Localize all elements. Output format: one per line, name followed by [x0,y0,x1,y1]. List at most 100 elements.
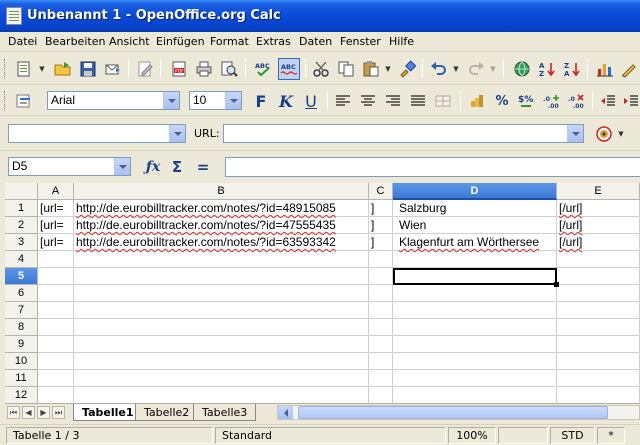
email-document-icon[interactable] [103,59,123,79]
name-box[interactable]: D5 [8,157,131,176]
target-frame-dropdown-arrow[interactable]: ▼ [617,124,625,144]
export-pdf-icon[interactable]: PDF [169,59,189,79]
justify-icon[interactable] [408,91,428,111]
formula-input[interactable] [225,157,640,177]
row-header-12[interactable]: 12 [5,387,38,403]
previous-sheet-button[interactable]: ◀ [22,406,35,419]
spellcheck-icon[interactable]: ABC [253,59,273,79]
horizontal-scroll-thumb[interactable] [298,406,608,419]
row-header-7[interactable]: 7 [5,302,38,319]
cut-icon[interactable] [311,59,331,79]
edit-file-icon[interactable] [135,59,155,79]
font-size-dropdown-button[interactable] [225,92,241,109]
cell-e2[interactable]: [/url] [557,217,582,234]
percent-format-icon[interactable]: % [492,91,512,111]
title-bar[interactable]: Unbenannt 1 - OpenOffice.org Calc [0,0,640,32]
row-header-4[interactable]: 4 [5,251,38,268]
row-header-6[interactable]: 6 [5,285,38,302]
menu-fenster[interactable]: Fenster [340,35,381,48]
row-header-8[interactable]: 8 [5,319,38,336]
italic-icon[interactable]: K [275,91,297,111]
column-header-b[interactable]: B [74,183,369,200]
hyperlink-text-combo[interactable] [8,124,186,143]
row-header-5[interactable]: 5 [5,268,38,285]
menu-daten[interactable]: Daten [299,35,332,48]
cell-d2[interactable]: Wien [397,217,426,234]
cell-d1[interactable]: Salzburg [397,200,446,217]
row-header-10[interactable]: 10 [5,353,38,370]
sheet-tab-tabelle2[interactable]: Tabelle2 [135,404,199,421]
row-header-2[interactable]: 2 [5,217,38,234]
scroll-left-button[interactable] [278,406,293,419]
cell-e1[interactable]: [/url] [557,200,582,217]
format-paintbrush-icon[interactable] [397,59,417,79]
add-decimal-place-icon[interactable]: .0.00 [541,91,561,111]
spreadsheet-grid[interactable]: A B C D E 1 2 3 4 5 6 7 8 9 10 11 12 [ur… [5,183,640,403]
font-size-combo[interactable]: 10 [189,91,242,110]
increase-indent-icon[interactable] [621,91,640,111]
autospellcheck-icon[interactable]: ABC [278,58,300,80]
menu-einfuegen[interactable]: Einfügen [156,35,205,48]
cell-c1[interactable]: ] [369,200,374,217]
sort-descending-icon[interactable]: ZA [562,59,582,79]
cell-e3[interactable]: [/url] [557,234,582,251]
cell-b1[interactable]: http://de.eurobilltracker.com/notes/?id=… [74,200,336,217]
name-box-dropdown-button[interactable] [114,158,130,175]
sum-icon[interactable]: Σ [167,157,187,177]
align-right-icon[interactable] [383,91,403,111]
new-dropdown-arrow[interactable]: ▼ [38,59,46,79]
underline-icon[interactable]: U [300,91,322,111]
select-all-corner[interactable] [5,183,38,200]
url-combo[interactable] [223,124,584,143]
paste-icon[interactable] [361,59,381,79]
merge-cells-icon[interactable] [433,91,453,111]
selected-cell-d5[interactable] [393,268,559,287]
undo-dropdown-arrow[interactable]: ▼ [452,59,460,79]
cell-a2[interactable]: [url= [38,217,64,234]
status-selection-mode[interactable]: STD [550,427,595,444]
currency-format-icon[interactable] [467,91,487,111]
sheet-tab-tabelle1[interactable]: Tabelle1 [73,404,143,421]
align-left-icon[interactable] [333,91,353,111]
cell-a1[interactable]: [url= [38,200,64,217]
show-draw-functions-icon[interactable] [619,59,639,79]
function-wizard-icon[interactable]: ƒx [143,157,163,177]
delete-decimal-place-icon[interactable]: .0.00 [566,91,586,111]
bold-icon[interactable]: F [250,91,272,111]
row-header-1[interactable]: 1 [5,200,38,217]
styles-formatting-icon[interactable] [14,91,34,111]
next-sheet-button[interactable]: ▶ [37,406,50,419]
paste-dropdown-arrow[interactable]: ▼ [384,59,392,79]
hyperlink-text-dropdown-button[interactable] [169,125,185,142]
column-header-a[interactable]: A [38,183,74,200]
menu-hilfe[interactable]: Hilfe [389,35,414,48]
undo-icon[interactable] [429,59,449,79]
page-preview-icon[interactable] [219,59,239,79]
function-equals-icon[interactable]: = [193,157,213,177]
cell-c2[interactable]: ] [369,217,374,234]
sheet-tab-tabelle3[interactable]: Tabelle3 [193,404,257,421]
row-header-3[interactable]: 3 [5,234,38,251]
calc-app-icon[interactable] [6,7,22,25]
font-name-combo[interactable]: Arial [47,91,180,110]
status-page-style[interactable]: Standard [215,427,446,444]
menu-format[interactable]: Format [210,35,249,48]
save-icon[interactable] [78,59,98,79]
copy-icon[interactable] [336,59,356,79]
first-sheet-button[interactable]: ⏮ [7,406,20,419]
cell-c3[interactable]: ] [369,234,374,251]
column-header-c[interactable]: C [369,183,393,200]
row-header-11[interactable]: 11 [5,370,38,387]
font-name-dropdown-button[interactable] [163,92,179,109]
cell-a3[interactable]: [url= [38,234,64,251]
last-sheet-button[interactable]: ⏭ [52,406,65,419]
standard-number-format-icon[interactable]: $% [516,91,536,111]
cell-d3[interactable]: Klagenfurt am Wörthersee [397,234,539,251]
cell-b2[interactable]: http://de.eurobilltracker.com/notes/?id=… [74,217,336,234]
print-icon[interactable] [194,59,214,79]
align-center-icon[interactable] [358,91,378,111]
row-header-9[interactable]: 9 [5,336,38,353]
menu-datei[interactable]: Datei [8,35,37,48]
redo-dropdown-arrow[interactable]: ▼ [489,59,497,79]
decrease-indent-icon[interactable] [598,91,618,111]
